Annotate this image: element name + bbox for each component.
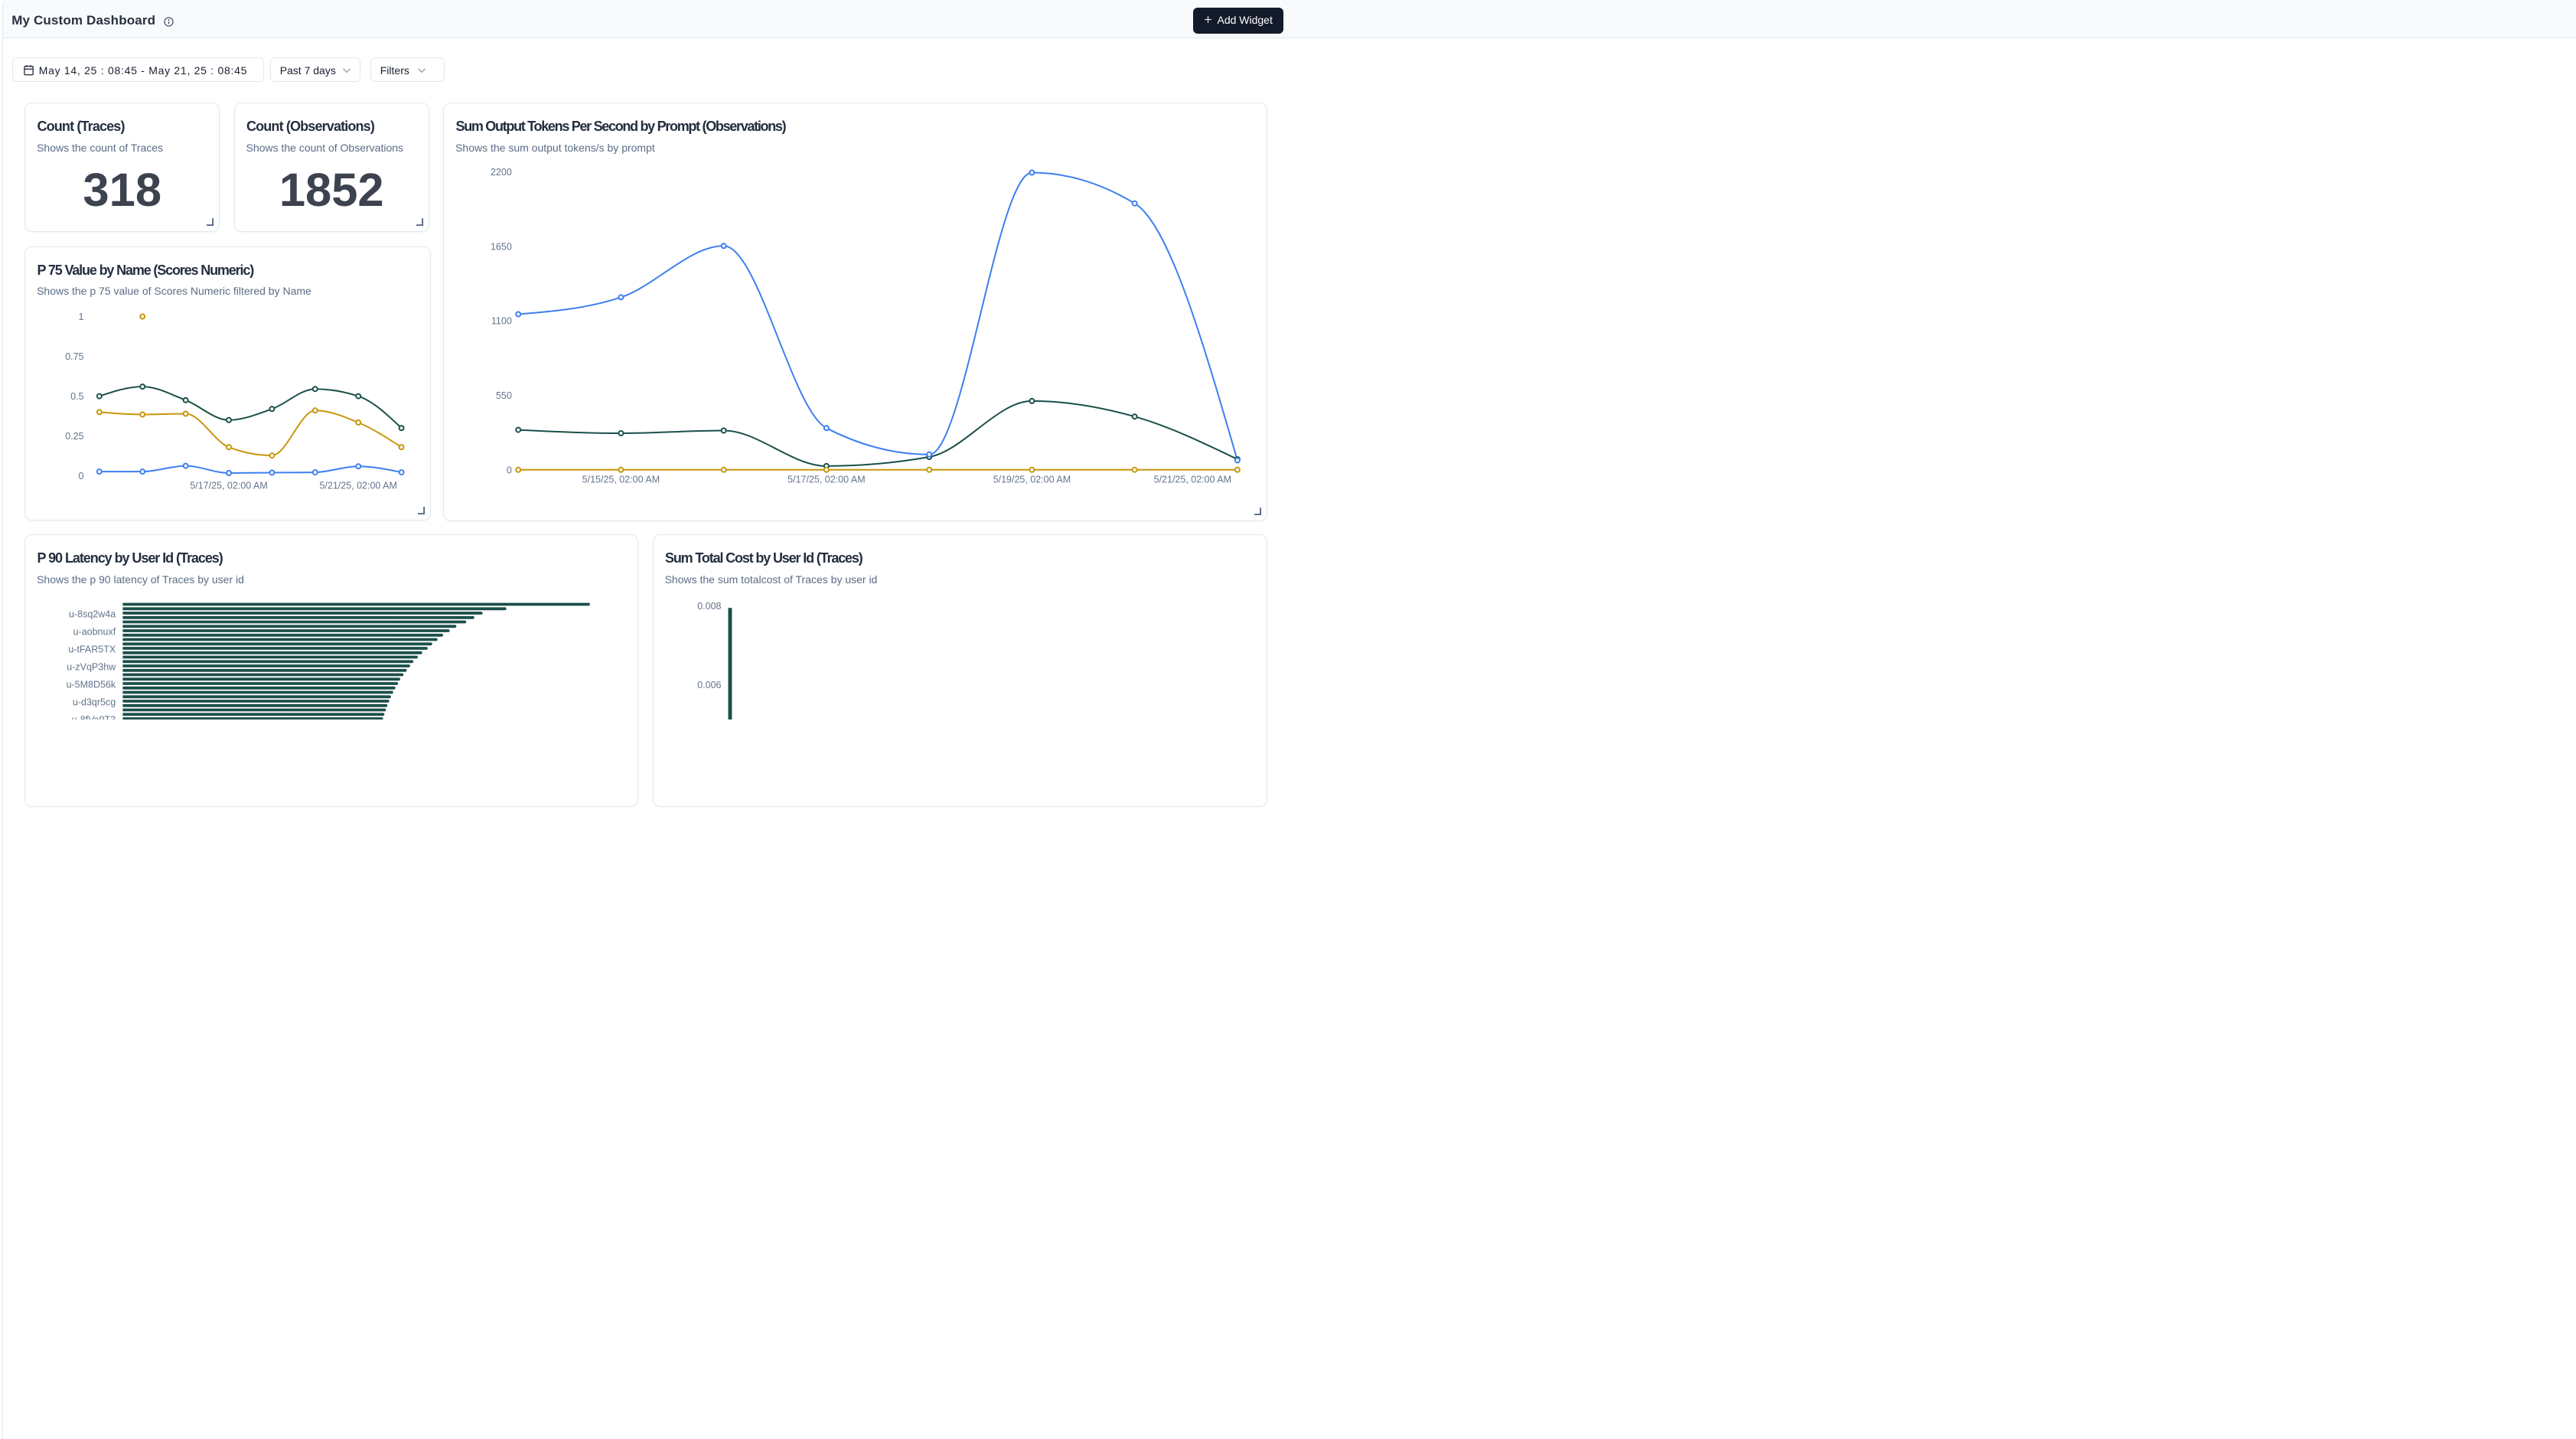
svg-text:0: 0 — [79, 471, 84, 481]
svg-text:5/17/25, 02:00 AM: 5/17/25, 02:00 AM — [787, 475, 865, 485]
svg-text:5/19/25, 02:00 AM: 5/19/25, 02:00 AM — [993, 475, 1071, 485]
svg-text:0.75: 0.75 — [65, 351, 83, 362]
svg-text:0.008: 0.008 — [697, 601, 721, 612]
svg-text:5/17/25, 02:00 AM: 5/17/25, 02:00 AM — [190, 480, 267, 491]
svg-text:u-8fVa9T3: u-8fVa9T3 — [72, 715, 116, 720]
svg-text:u-zVqP3hw: u-zVqP3hw — [67, 662, 116, 673]
svg-text:2200: 2200 — [491, 167, 512, 178]
svg-text:u-tFAR5TX: u-tFAR5TX — [69, 644, 116, 655]
svg-text:0: 0 — [507, 465, 512, 476]
svg-text:5/21/25, 02:00 AM: 5/21/25, 02:00 AM — [320, 480, 397, 491]
svg-text:550: 550 — [496, 390, 512, 401]
svg-text:0.006: 0.006 — [697, 680, 721, 690]
svg-text:1100: 1100 — [491, 316, 512, 327]
svg-text:5/21/25, 02:00 AM: 5/21/25, 02:00 AM — [1154, 475, 1231, 485]
svg-text:1650: 1650 — [491, 242, 512, 253]
svg-text:u-8sq2w4a: u-8sq2w4a — [69, 609, 116, 620]
svg-text:u-d3qr5cg: u-d3qr5cg — [73, 697, 116, 708]
svg-text:0.25: 0.25 — [65, 431, 83, 442]
svg-text:1: 1 — [79, 312, 84, 322]
svg-text:u-aobnuxf: u-aobnuxf — [73, 627, 116, 638]
svg-text:0.5: 0.5 — [70, 391, 83, 402]
svg-text:5/15/25, 02:00 AM: 5/15/25, 02:00 AM — [582, 475, 660, 485]
svg-text:u-5M8D56k: u-5M8D56k — [67, 680, 116, 690]
